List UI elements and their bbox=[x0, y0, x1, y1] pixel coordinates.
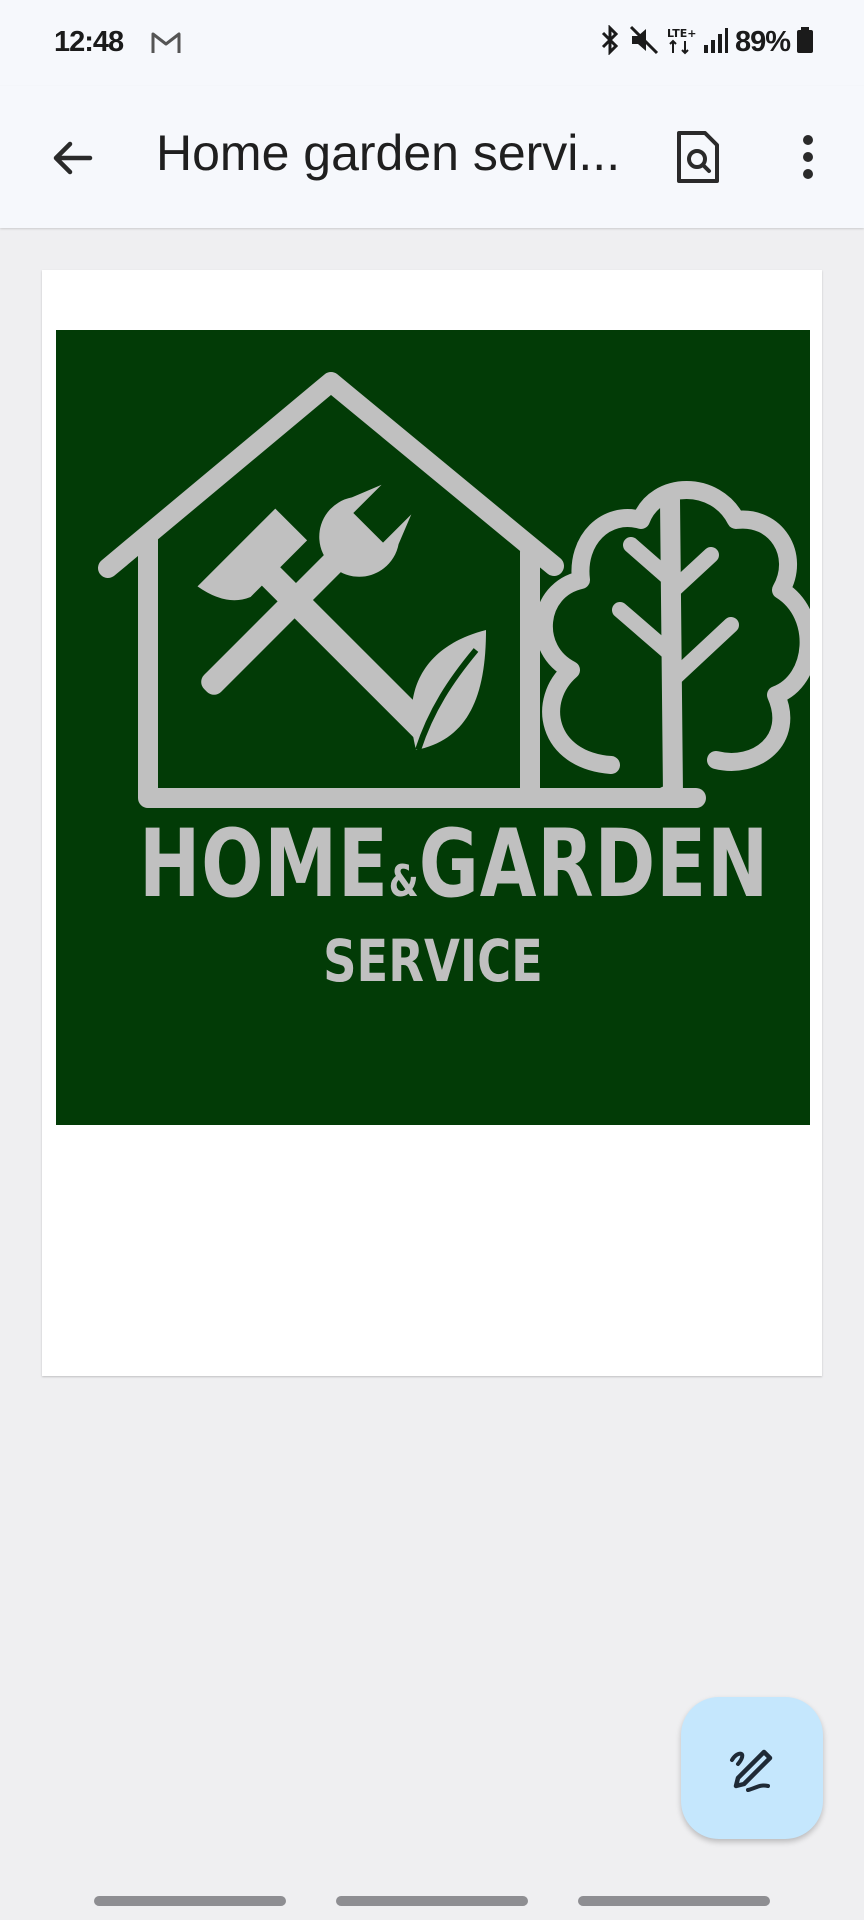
home-garden-logo: HOME&GARDEN SERVICE bbox=[56, 330, 810, 1125]
bluetooth-icon bbox=[597, 23, 623, 60]
more-vert-icon bbox=[803, 135, 813, 179]
logo-graphic bbox=[98, 372, 810, 808]
more-options-button[interactable] bbox=[776, 122, 840, 192]
lte-icon: LTE+ bbox=[665, 25, 697, 60]
find-in-document-button[interactable] bbox=[666, 122, 730, 192]
battery-icon bbox=[796, 25, 814, 60]
svg-text:LTE+: LTE+ bbox=[667, 27, 696, 40]
document-search-icon bbox=[677, 131, 719, 183]
status-time: 12:48 bbox=[54, 26, 124, 58]
status-bar: 12:48 LTE+ 89% bbox=[0, 0, 864, 86]
nav-pill-left[interactable] bbox=[94, 1896, 286, 1906]
edit-pen-icon bbox=[730, 1749, 773, 1792]
logo-text-service: SERVICE bbox=[323, 927, 543, 995]
back-button[interactable] bbox=[40, 126, 104, 190]
nav-pill-right[interactable] bbox=[578, 1896, 770, 1906]
edit-fab-button[interactable] bbox=[681, 1697, 823, 1839]
document-title: Home garden servi... bbox=[156, 125, 621, 181]
app-bar: Home garden servi... bbox=[0, 86, 864, 228]
mute-icon bbox=[629, 25, 659, 60]
navigation-bar bbox=[0, 1880, 864, 1920]
battery-percent: 89% bbox=[734, 25, 791, 58]
nav-pill-center[interactable] bbox=[336, 1896, 528, 1906]
logo-text-home-garden: HOME&GARDEN bbox=[138, 810, 770, 919]
document-page[interactable]: HOME&GARDEN SERVICE bbox=[42, 270, 822, 1376]
status-icons: LTE+ 89% bbox=[597, 23, 814, 60]
arrow-back-icon bbox=[53, 141, 93, 175]
gmail-icon bbox=[150, 30, 182, 61]
signal-icon bbox=[703, 25, 729, 60]
